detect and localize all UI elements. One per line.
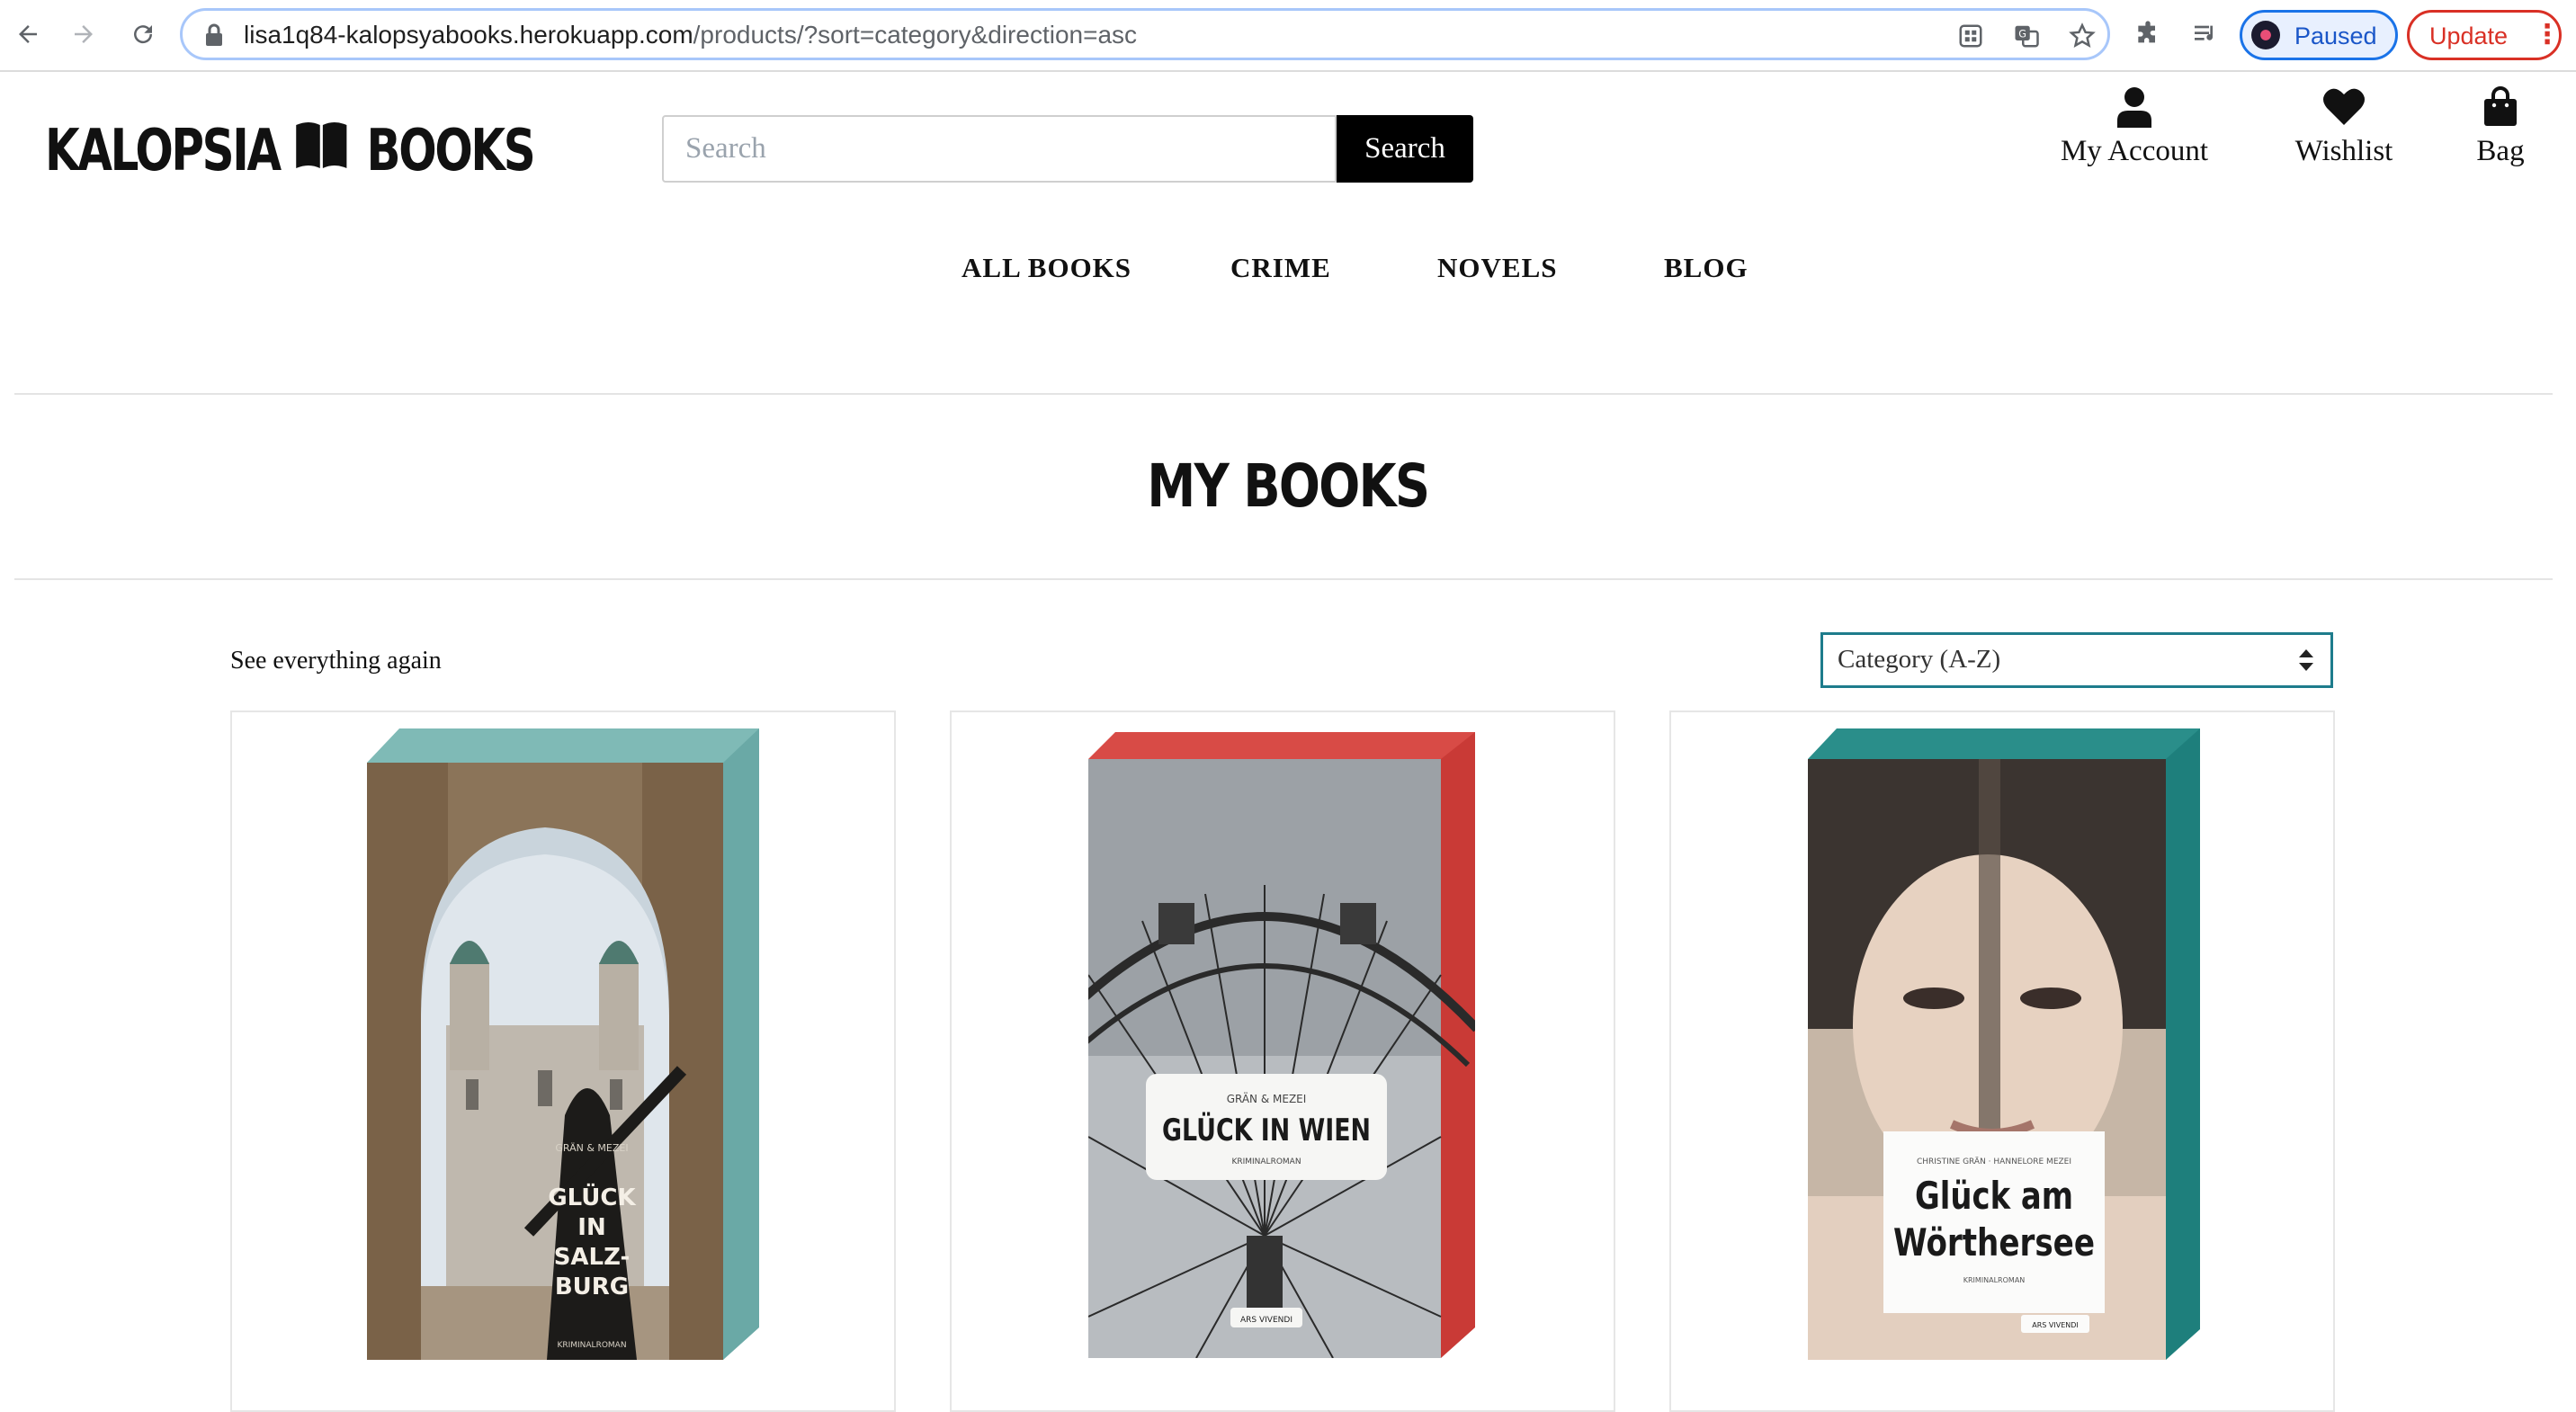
shopping-bag-icon: [2484, 86, 2517, 126]
arrow-right-icon: [75, 25, 93, 43]
cover-publisher: ARS VIVENDI: [2032, 1321, 2079, 1329]
cover-authors: CHRISTINE GRÄN · HANNELORE MEZEI: [1917, 1157, 2071, 1166]
divider-bottom: [14, 578, 2553, 580]
page-title: MY BOOKS: [1147, 451, 1431, 521]
reload-button[interactable]: [122, 13, 164, 55]
product-card[interactable]: GRÄN & MEZEI GLÜCK IN SALZ- BURG KRIMINA…: [230, 710, 896, 1412]
select-arrows-icon: [2299, 649, 2313, 671]
logo-text-right: BOOKS: [366, 118, 536, 184]
nav-novels[interactable]: NOVELS: [1437, 252, 1557, 284]
browser-toolbar: lisa1q84-kalopsyabooks.herokuapp.com/pro…: [0, 0, 2576, 72]
cover-genre: KRIMINALROMAN: [1231, 1157, 1301, 1166]
product-card[interactable]: GRÄN & MEZEI GLÜCK IN WIEN KRIMINALROMAN…: [950, 710, 1615, 1412]
url-host: lisa1q84-kalopsyabooks.herokuapp.com: [244, 21, 693, 49]
more-vert-icon: ⋮: [2534, 20, 2561, 49]
bag-label: Bag: [2476, 135, 2525, 167]
cover-genre: KRIMINALROMAN: [1963, 1276, 2026, 1284]
nav-all-books[interactable]: ALL BOOKS: [962, 252, 1131, 284]
see-everything-link[interactable]: See everything again: [230, 647, 442, 675]
cover-title-line-2: IN: [577, 1214, 605, 1241]
book-cover-wien[interactable]: GRÄN & MEZEI GLÜCK IN WIEN KRIMINALROMAN…: [1088, 732, 1475, 1358]
my-account-label: My Account: [2060, 135, 2209, 167]
cover-genre: KRIMINALROMAN: [557, 1341, 626, 1350]
profile-paused-button[interactable]: Paused: [2240, 10, 2398, 60]
my-account-link[interactable]: My Account: [2051, 86, 2218, 168]
qr-code-icon[interactable]: [1956, 22, 1985, 50]
user-icon: [2117, 87, 2151, 128]
wishlist-link[interactable]: Wishlist: [2283, 86, 2405, 168]
cover-authors: GRÄN & MEZEI: [555, 1142, 628, 1154]
arrow-left-icon: [19, 25, 37, 43]
reload-icon: [134, 25, 153, 44]
open-book-icon: [295, 118, 348, 184]
profile-avatar: [2251, 21, 2280, 49]
book-cover-woerthersee[interactable]: CHRISTINE GRÄN · HANNELORE MEZEI Glück a…: [1808, 728, 2200, 1360]
heart-icon: [2323, 88, 2365, 125]
url-text: lisa1q84-kalopsyabooks.herokuapp.com/pro…: [244, 21, 1137, 49]
cover-title-line-2: Wörthersee: [1893, 1220, 2095, 1265]
update-button[interactable]: Update ⋮: [2407, 10, 2562, 60]
bookmark-star-icon[interactable]: [2068, 22, 2097, 50]
cover-title-line-1: Glück am: [1915, 1174, 2073, 1218]
cover-title-line-1: GLÜCK IN WIEN: [1162, 1112, 1371, 1148]
site-logo[interactable]: KALOPSIA BOOKS: [45, 115, 536, 187]
back-button[interactable]: [7, 13, 49, 55]
cover-authors: GRÄN & MEZEI: [1227, 1092, 1307, 1105]
address-bar[interactable]: lisa1q84-kalopsyabooks.herokuapp.com/pro…: [180, 8, 2110, 60]
cover-publisher: ARS VIVENDI: [1240, 1316, 1292, 1325]
logo-text-left: KALOPSIA: [45, 118, 282, 184]
cover-title-line-4: BURG: [555, 1273, 629, 1300]
sort-selected-value: Category (A-Z): [1838, 645, 2001, 674]
divider-top: [14, 393, 2553, 395]
url-path: /products/?sort=category&direction=asc: [693, 21, 1138, 49]
profile-paused-label: Paused: [2294, 22, 2377, 49]
nav-crime[interactable]: CRIME: [1230, 252, 1331, 284]
nav-blog[interactable]: BLOG: [1664, 252, 1749, 284]
search-button[interactable]: Search: [1337, 115, 1473, 183]
bag-link[interactable]: Bag: [2464, 86, 2536, 168]
cover-title-line-3: SALZ-: [554, 1244, 631, 1271]
product-card[interactable]: CHRISTINE GRÄN · HANNELORE MEZEI Glück a…: [1669, 710, 2335, 1412]
lock-icon: [206, 23, 222, 46]
translate-icon[interactable]: G: [2012, 22, 2041, 50]
book-spine: [2166, 728, 2200, 1360]
search-input[interactable]: [662, 115, 1337, 183]
svg-text:G: G: [2018, 28, 2026, 40]
reading-list-icon[interactable]: [2189, 18, 2222, 50]
update-label: Update: [2429, 22, 2509, 49]
cover-title-line-1: GLÜCK: [548, 1182, 636, 1211]
extensions-puzzle-icon[interactable]: [2132, 18, 2164, 50]
book-spine: [723, 728, 759, 1360]
book-cover-salzburg[interactable]: GRÄN & MEZEI GLÜCK IN SALZ- BURG KRIMINA…: [367, 728, 759, 1360]
wishlist-label: Wishlist: [2294, 135, 2393, 167]
sort-select[interactable]: Category (A-Z): [1820, 632, 2333, 688]
forward-button[interactable]: [63, 13, 104, 55]
